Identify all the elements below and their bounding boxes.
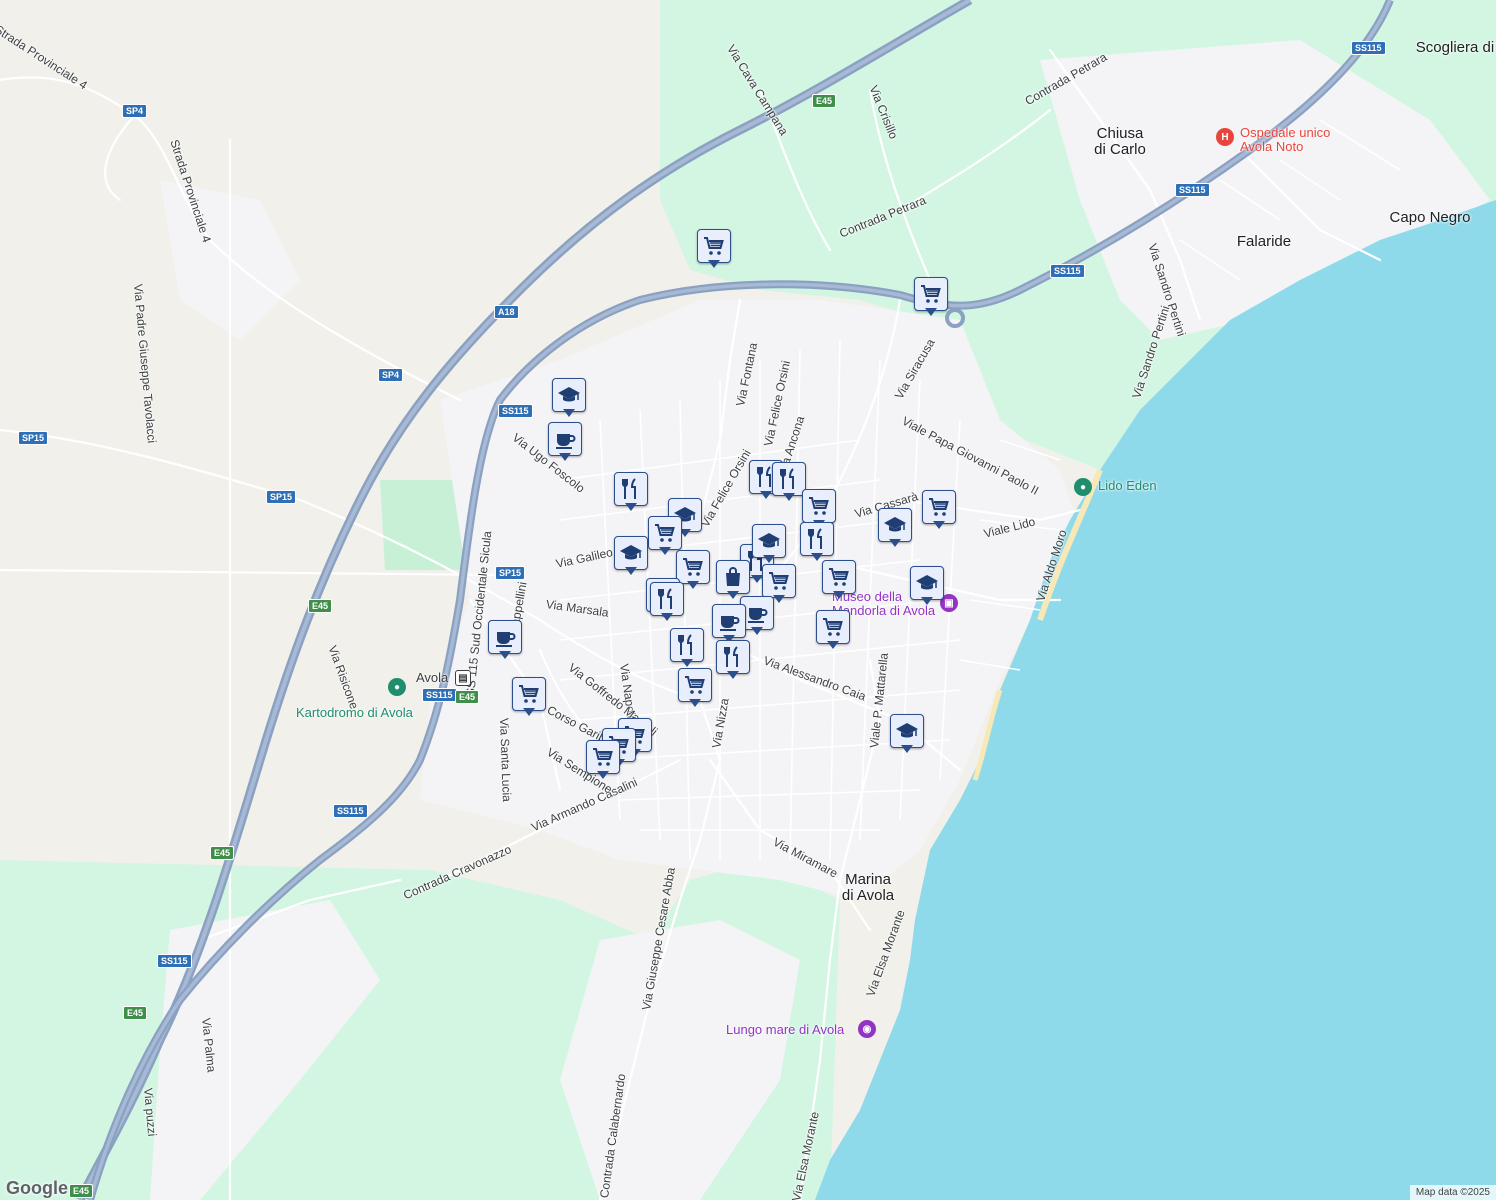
road-shield-ss115: SS115 — [333, 804, 368, 818]
map-marker-shopping-cart[interactable] — [678, 668, 712, 708]
map-marker-shopping-cart[interactable] — [816, 610, 850, 650]
map-marker-school[interactable] — [878, 508, 912, 548]
road-shield-e45: E45 — [69, 1184, 94, 1198]
place-label-marina: Marina di Avola — [841, 871, 895, 904]
shopping-cart-icon — [653, 521, 677, 545]
poi-label-hospital[interactable]: Ospedale unico Avola Noto — [1240, 126, 1330, 154]
poi-label-kartodromo[interactable]: Kartodromo di Avola — [296, 706, 413, 720]
restaurant-icon — [721, 645, 745, 669]
restaurant-icon — [655, 587, 679, 611]
hospital-icon[interactable]: H — [1216, 128, 1234, 146]
restaurant-icon — [805, 527, 829, 551]
road-shield-e45: E45 — [455, 690, 480, 704]
shopping-cart-icon — [517, 682, 541, 706]
google-logo: Google — [6, 1178, 68, 1198]
road-shield-ss115: SS115 — [1175, 183, 1210, 197]
school-icon — [883, 513, 907, 537]
restaurant-icon — [675, 633, 699, 657]
map-marker-school[interactable] — [890, 714, 924, 754]
train-icon[interactable]: ▤ — [455, 670, 471, 686]
road-shield-sp4: SP4 — [378, 368, 404, 382]
map-marker-school[interactable] — [752, 524, 786, 564]
road-shield-ss115: SS115 — [1351, 41, 1386, 55]
school-icon — [557, 383, 581, 407]
map-marker-restaurant[interactable] — [650, 582, 684, 622]
map-marker-shopping-cart[interactable] — [914, 277, 948, 317]
shopping-cart-icon — [821, 615, 845, 639]
road-shield-ss115: SS115 — [157, 954, 192, 968]
map-marker-shopping-bag[interactable] — [716, 560, 750, 600]
map-marker-shopping-cart[interactable] — [586, 740, 620, 780]
school-icon — [915, 571, 939, 595]
road-shield-ss115: SS115 — [498, 404, 533, 418]
leisure-icon[interactable]: ● — [1074, 478, 1092, 496]
poi-label-lungomare[interactable]: Lungo mare di Avola — [726, 1023, 844, 1037]
cafe-icon — [717, 609, 741, 633]
map-marker-school[interactable] — [910, 566, 944, 606]
map-marker-restaurant[interactable] — [614, 472, 648, 512]
place-label-scogliera: Scogliera di — [1415, 39, 1495, 56]
map-marker-school[interactable] — [552, 378, 586, 418]
road-shield-sp15: SP15 — [495, 566, 526, 580]
road-shield-a18: A18 — [494, 305, 519, 319]
map-marker-cafe[interactable] — [548, 422, 582, 462]
cafe-icon — [493, 625, 517, 649]
map-marker-shopping-cart[interactable] — [822, 560, 856, 600]
shopping-cart-icon — [807, 494, 831, 518]
road-shield-sp15: SP15 — [18, 431, 49, 445]
shopping-cart-icon — [927, 495, 951, 519]
street-label: Via Santa Lucia — [497, 717, 514, 803]
road-shield-sp4: SP4 — [122, 104, 148, 118]
place-label-falaride: Falaride — [1236, 233, 1292, 250]
restaurant-icon — [619, 477, 643, 501]
restaurant-icon — [777, 467, 801, 491]
road-shield-ss115: SS115 — [1050, 264, 1085, 278]
shopping-cart-icon — [591, 745, 615, 769]
place-label-capo-negro: Capo Negro — [1389, 209, 1471, 226]
shopping-cart-icon — [827, 565, 851, 589]
place-label-chiusa: Chiusa di Carlo — [1094, 125, 1146, 158]
map-marker-restaurant[interactable] — [670, 628, 704, 668]
road-shield-e45: E45 — [812, 94, 837, 108]
shopping-cart-icon — [767, 569, 791, 593]
school-icon — [619, 541, 643, 565]
road-shield-e45: E45 — [123, 1006, 148, 1020]
school-icon — [757, 529, 781, 553]
shopping-cart-icon — [702, 234, 726, 258]
map-marker-shopping-cart[interactable] — [697, 229, 731, 269]
cafe-icon — [553, 427, 577, 451]
shopping-cart-icon — [681, 555, 705, 579]
map-marker-cafe[interactable] — [712, 604, 746, 644]
cafe-icon — [745, 601, 769, 625]
map-marker-shopping-cart[interactable] — [512, 677, 546, 717]
shopping-cart-icon — [683, 673, 707, 697]
road-shield-e45: E45 — [210, 846, 235, 860]
map-marker-shopping-cart[interactable] — [922, 490, 956, 530]
poi-label-avola-station[interactable]: Avola — [416, 671, 448, 685]
leisure-icon[interactable]: ● — [388, 678, 406, 696]
school-icon — [895, 719, 919, 743]
map-marker-restaurant[interactable] — [716, 640, 750, 680]
map-attribution[interactable]: Map data ©2025 — [1409, 1185, 1496, 1200]
map-marker-school[interactable] — [614, 536, 648, 576]
shopping-cart-icon — [919, 282, 943, 306]
road-shield-sp15: SP15 — [266, 490, 297, 504]
camera-icon[interactable]: ◉ — [858, 1020, 876, 1038]
shopping-bag-icon — [721, 565, 745, 589]
poi-label-lido-eden[interactable]: Lido Eden — [1098, 479, 1157, 493]
map-marker-restaurant[interactable] — [772, 462, 806, 502]
road-shield-ss115: SS115 — [422, 688, 457, 702]
map-marker-restaurant[interactable] — [800, 522, 834, 562]
road-shield-e45: E45 — [308, 599, 333, 613]
map-marker-cafe[interactable] — [488, 620, 522, 660]
map-canvas[interactable]: Chiusa di Carlo Falaride Capo Negro Marina … — [0, 0, 1496, 1200]
